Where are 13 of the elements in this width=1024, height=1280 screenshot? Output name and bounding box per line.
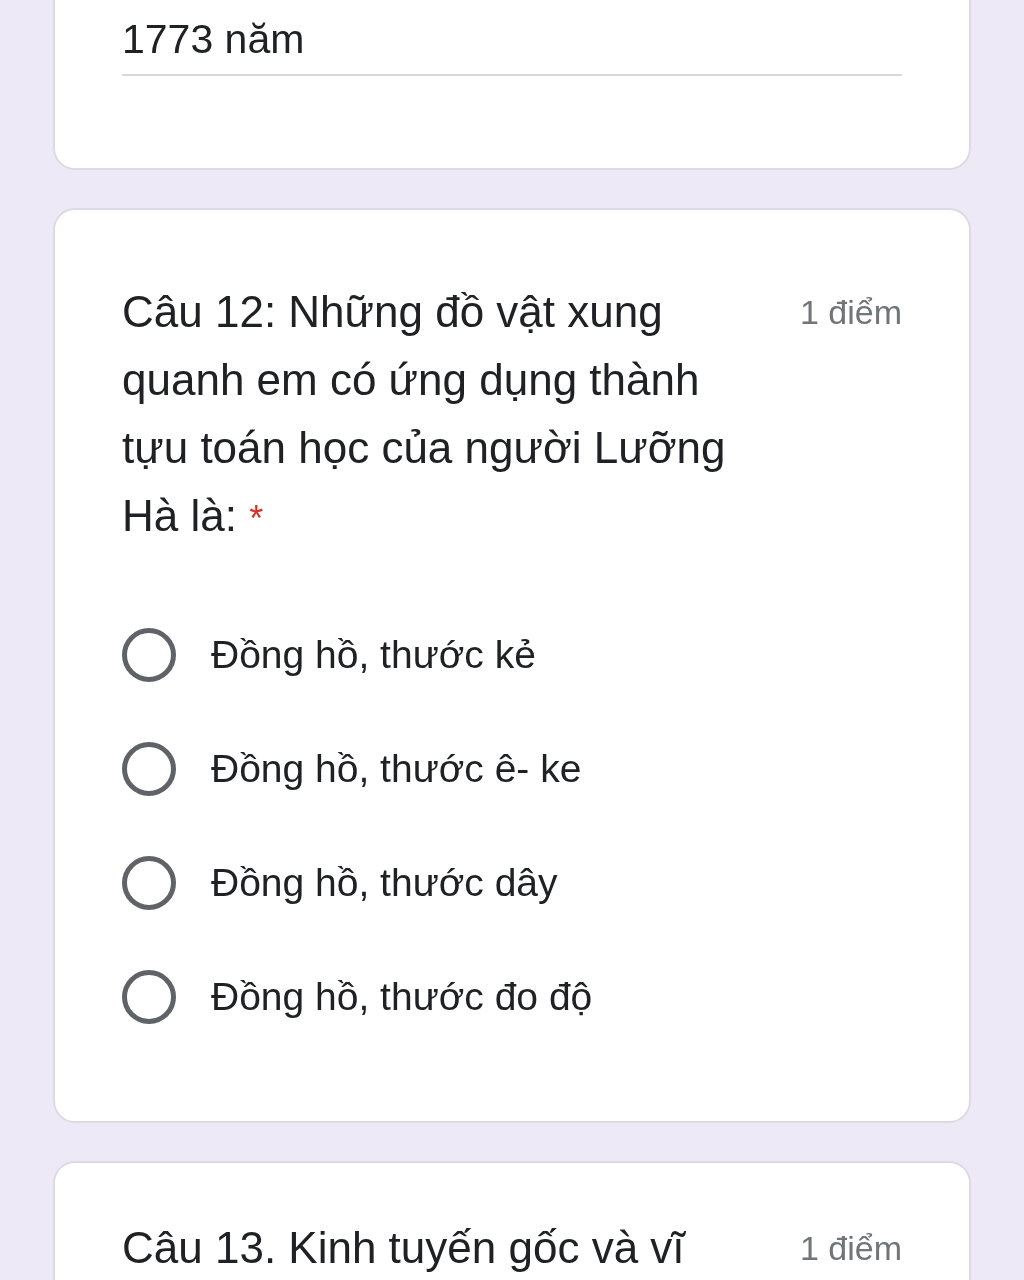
question-text: Câu 13. Kinh tuyến gốc và vĩ — [122, 1225, 687, 1271]
points-label: 1 điểm — [799, 1228, 902, 1269]
question-text: Câu 12: Những đồ vật xung quanh em có ứng dụng thành tựu toán học của người Lưỡng Hà là: * — [122, 286, 727, 542]
option-label[interactable]: Đồng hồ, thước kẻ — [211, 632, 536, 678]
option-label[interactable]: Đồng hồ, thước đo độ — [211, 974, 593, 1020]
radio-button[interactable] — [122, 628, 176, 682]
radio-button[interactable] — [122, 742, 176, 796]
option-label[interactable]: Đồng hồ, thước dây — [211, 860, 558, 906]
radio-button[interactable] — [122, 970, 176, 1024]
answer-field[interactable]: 1773 năm — [122, 14, 902, 76]
radio-button[interactable] — [122, 856, 176, 910]
points-label: 1 điểm — [799, 292, 902, 333]
option-label[interactable]: Đồng hồ, thước ê- ke — [211, 746, 582, 792]
